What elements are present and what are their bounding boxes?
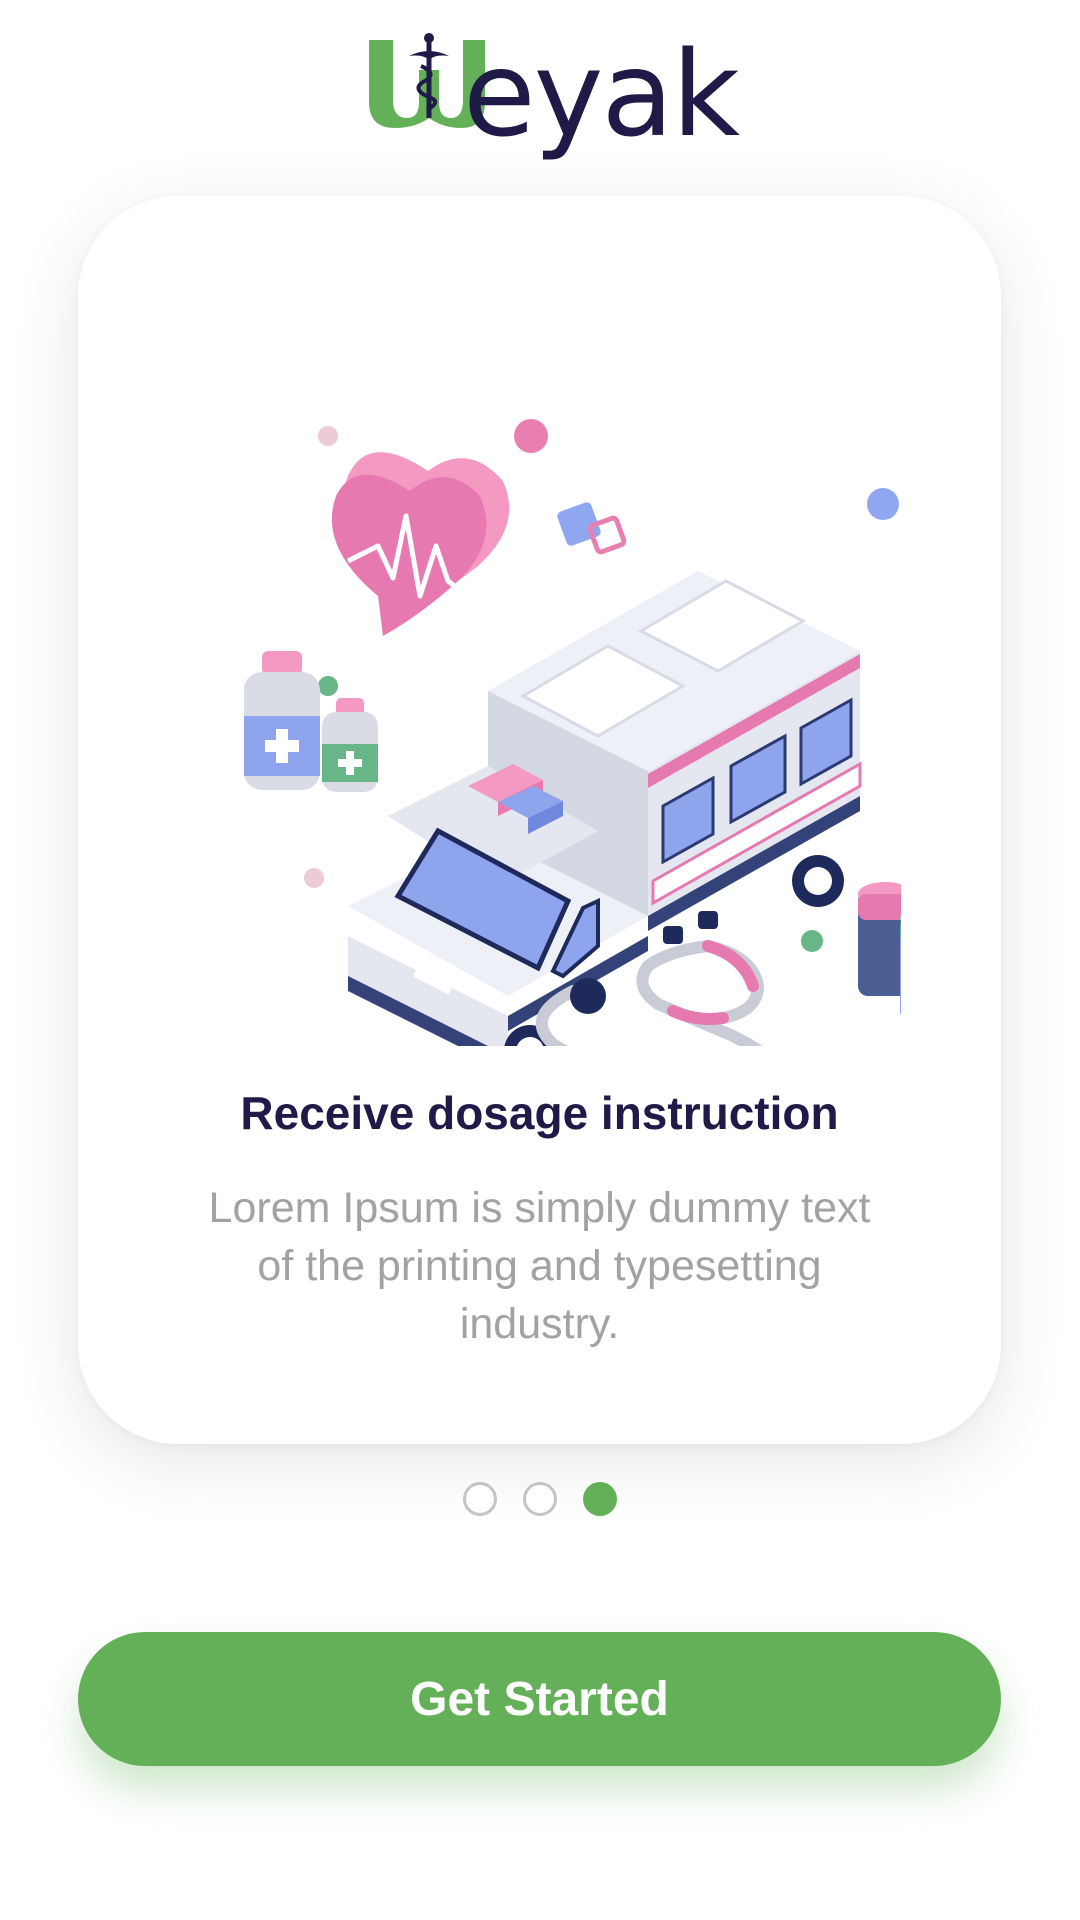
page-indicator [0,1482,1080,1516]
pill-jar-icon [858,882,901,1016]
page-dot-3-active[interactable] [583,1482,617,1516]
heart-pulse-icon [331,452,510,636]
slide-title: Receive dosage instruction [240,1087,839,1139]
get-started-button[interactable]: Get Started [78,1632,1001,1766]
ambulance-icon [348,571,862,1046]
app-logo: eyak [365,25,740,163]
logo-wordmark: eyak [463,25,740,163]
ambulance-illustration [178,296,901,1046]
onboarding-card: Receive dosage instruction Lorem Ipsum i… [78,196,1001,1444]
medicine-bottle-icon [244,651,378,792]
page-dot-2[interactable] [523,1482,557,1516]
page-dot-1[interactable] [463,1482,497,1516]
slide-description: Lorem Ipsum is simply dummy text of the … [208,1184,871,1348]
